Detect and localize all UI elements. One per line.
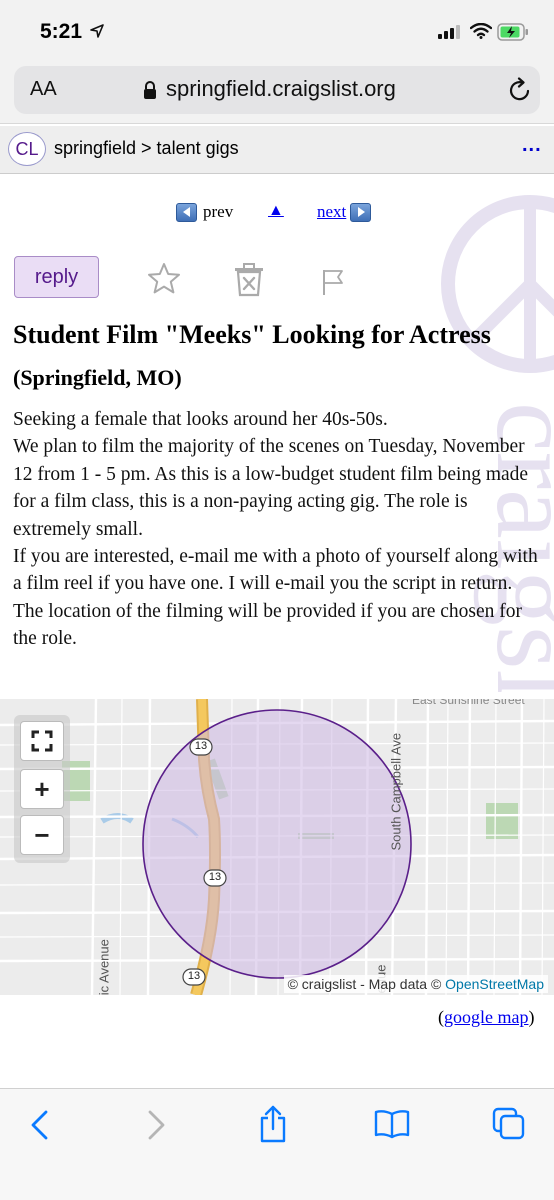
next-link[interactable]: next	[317, 202, 372, 222]
prev-label: prev	[203, 202, 234, 221]
openstreetmap-link[interactable]: OpenStreetMap	[445, 976, 544, 992]
safari-bottom-toolbar	[0, 1088, 554, 1200]
wifi-icon	[470, 23, 492, 39]
fullscreen-icon	[31, 730, 53, 752]
right-arrow-icon	[350, 202, 372, 222]
cellular-signal-icon	[438, 25, 460, 39]
text-size-button[interactable]: AA	[30, 78, 57, 101]
browser-toolbar: AA springfield.craigslist.org	[0, 58, 554, 124]
more-menu-button[interactable]: ...	[522, 134, 542, 157]
google-map-link-wrap: (google map)	[438, 1007, 535, 1027]
map-tiles	[0, 699, 554, 995]
site-header: CL springfield > talent gigs ...	[0, 126, 554, 174]
map-attribution: © craigslist - Map data © OpenStreetMap	[283, 975, 548, 993]
back-icon[interactable]	[28, 1109, 52, 1141]
route-shield-13: 13	[187, 970, 201, 982]
share-icon[interactable]	[258, 1105, 288, 1143]
post-body: Seeking a female that looks around her 4…	[13, 406, 545, 653]
post-paragraph: Seeking a female that looks around her 4…	[13, 409, 388, 430]
battery-charging-icon	[497, 23, 528, 41]
up-link[interactable]: ▲	[268, 202, 284, 220]
forward-icon[interactable]	[144, 1109, 168, 1141]
post-title-text: Student Film "Meeks" Looking for Actress	[13, 320, 491, 349]
post-paragraph: We plan to film the majority of the scen…	[13, 436, 529, 540]
location-arrow-icon	[90, 24, 104, 38]
attribution-text: © craigslist - Map data ©	[287, 976, 442, 992]
status-bar: 5:21	[0, 0, 554, 58]
post-location: (Springfield, MO)	[13, 365, 182, 390]
post-navigation: prev ▲ next	[0, 202, 554, 228]
craigslist-logo[interactable]: CL	[8, 132, 46, 166]
zoom-in-button[interactable]: +	[20, 769, 64, 809]
bookmarks-icon[interactable]	[374, 1109, 410, 1139]
route-shield-13: 13	[208, 871, 222, 883]
post-title: Student Film "Meeks" Looking for Actress…	[13, 314, 513, 399]
prev-link[interactable]: prev	[176, 202, 233, 222]
route-shield-13: 13	[194, 740, 208, 752]
flag-icon[interactable]	[320, 268, 346, 296]
favorite-star-icon[interactable]	[147, 262, 181, 294]
reply-button[interactable]: reply	[14, 256, 99, 298]
google-map-link[interactable]: google map	[444, 1007, 528, 1027]
tabs-icon[interactable]	[492, 1107, 526, 1141]
post-paragraph: If you are interested, e-mail me with a …	[13, 546, 538, 595]
street-label: nic Avenue	[96, 939, 112, 995]
hide-trash-icon[interactable]	[233, 263, 265, 297]
location-map[interactable]: 13 13 13 South Campbell Ave nic Avenue E…	[0, 699, 554, 995]
left-arrow-icon	[176, 202, 197, 222]
lock-icon	[144, 81, 156, 99]
address-bar[interactable]: AA springfield.craigslist.org	[14, 66, 540, 114]
fullscreen-button[interactable]	[20, 721, 64, 761]
street-label: East Sunshine Street	[412, 699, 525, 707]
post-paragraph: The location of the filming will be prov…	[13, 600, 523, 650]
zoom-out-button[interactable]: −	[20, 815, 64, 855]
url-text: springfield.craigslist.org	[166, 76, 396, 101]
next-label: next	[317, 202, 347, 221]
map-controls: + −	[14, 715, 70, 863]
reload-icon[interactable]	[508, 77, 532, 103]
breadcrumb[interactable]: springfield > talent gigs	[54, 138, 239, 159]
status-time: 5:21	[40, 20, 83, 43]
street-label: South Campbell Ave	[388, 732, 404, 851]
